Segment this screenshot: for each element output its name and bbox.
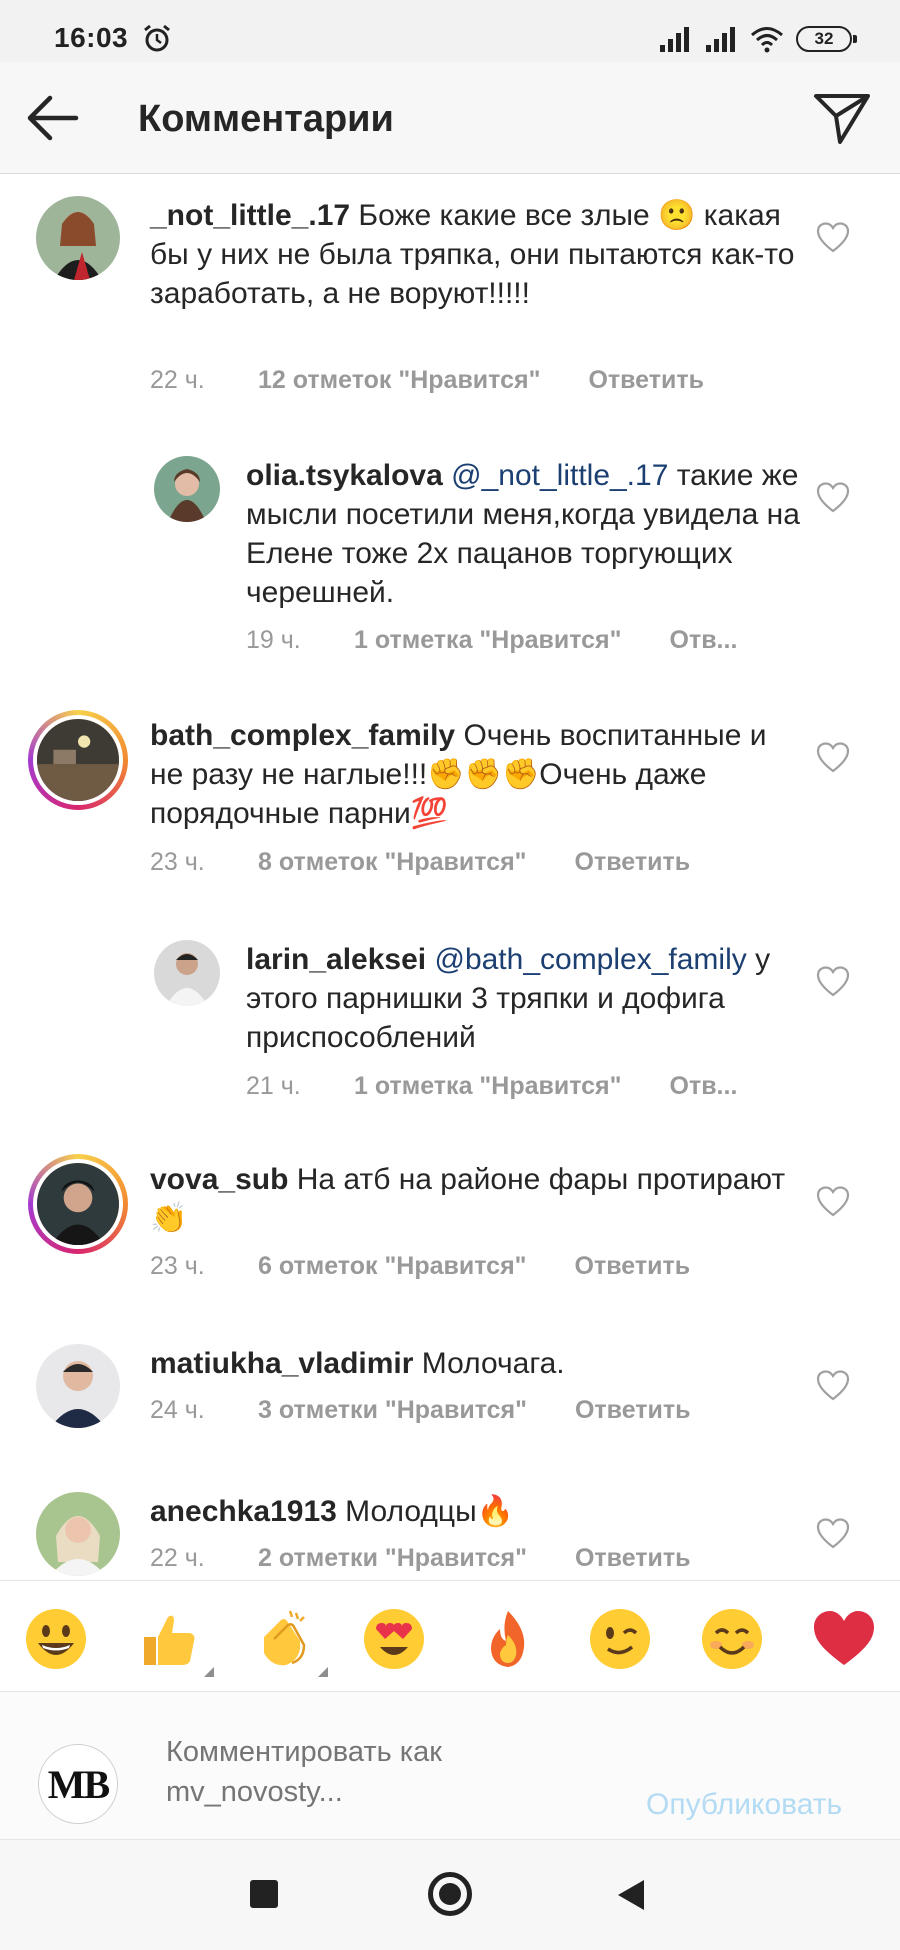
thumbs-up-icon[interactable] — [136, 1607, 214, 1677]
like-heart-icon[interactable] — [816, 742, 850, 774]
reply-button[interactable]: Ответить — [588, 366, 704, 395]
send-direct-icon[interactable] — [812, 88, 872, 148]
comment-body: Молодцы🔥 — [345, 1495, 514, 1528]
avatar[interactable] — [36, 196, 120, 280]
comment-likes[interactable]: 12 отметок "Нравится" — [258, 366, 540, 395]
reply-button[interactable]: Отв... — [670, 1072, 738, 1101]
avatar[interactable] — [36, 1344, 120, 1428]
clapping-hands-icon[interactable] — [250, 1607, 328, 1677]
fire-icon[interactable] — [476, 1607, 540, 1671]
comment-text: bath_complex_family Очень воспитанные и … — [150, 716, 800, 833]
comment-text: anechka1913 Молодцы🔥 — [150, 1492, 800, 1531]
status-icons: 32 — [658, 24, 857, 54]
comment-likes[interactable]: 1 отметка "Нравится" — [354, 626, 622, 655]
comment-time: 19 ч. — [246, 626, 301, 654]
home-icon[interactable] — [428, 1872, 472, 1916]
signal-icon — [706, 27, 735, 52]
header: Комментарии — [0, 62, 900, 174]
comment-likes[interactable]: 1 отметка "Нравится" — [354, 1072, 622, 1101]
like-heart-icon[interactable] — [816, 966, 850, 998]
comment-likes[interactable]: 6 отметок "Нравится" — [258, 1252, 527, 1281]
comment-username[interactable]: larin_aleksei — [246, 943, 426, 976]
winking-face-icon[interactable] — [588, 1607, 652, 1671]
comment-time: 23 ч. — [150, 848, 205, 876]
nav-back-icon[interactable] — [618, 1880, 644, 1910]
comment-username[interactable]: vova_sub — [150, 1163, 288, 1196]
publish-button[interactable]: Опубликовать — [646, 1788, 842, 1822]
heart-eyes-icon[interactable] — [362, 1607, 426, 1671]
comment-text: matiukha_vladimir Молочага. — [150, 1344, 800, 1383]
smiling-face-icon[interactable] — [700, 1607, 764, 1671]
comment-time: 21 ч. — [246, 1072, 301, 1100]
avatar[interactable] — [154, 940, 220, 1006]
comment-text: _not_little_.17 Боже какие все злые 🙁 ка… — [150, 196, 800, 313]
back-arrow-icon[interactable] — [24, 90, 84, 146]
avatar[interactable] — [154, 456, 220, 522]
emoji-quick-bar — [0, 1580, 900, 1692]
avatar-story-ring[interactable] — [28, 1154, 128, 1254]
reply-button[interactable]: Ответить — [575, 1396, 691, 1425]
comment-meta: 22 ч. 12 отметок "Нравится" Ответить — [150, 366, 704, 395]
red-heart-icon[interactable] — [812, 1607, 876, 1671]
recent-apps-icon[interactable] — [250, 1880, 278, 1908]
like-heart-icon[interactable] — [816, 222, 850, 254]
comment-composer: MB Опубликовать — [0, 1692, 900, 1840]
reply-button[interactable]: Отв... — [670, 626, 738, 655]
comment-likes[interactable]: 2 отметки "Нравится" — [258, 1544, 527, 1573]
comment-meta: 23 ч. 8 отметок "Нравится" Ответить — [150, 848, 690, 877]
comment-time: 24 ч. — [150, 1396, 205, 1424]
comment-text: olia.tsykalova @_not_little_.17 такие же… — [246, 456, 800, 612]
comment-time: 22 ч. — [150, 366, 205, 394]
comment-username[interactable]: _not_little_.17 — [150, 199, 350, 232]
comment-meta: 24 ч. 3 отметки "Нравится" Ответить — [150, 1396, 691, 1425]
comment-meta: 22 ч. 2 отметки "Нравится" Ответить — [150, 1544, 691, 1573]
comment-input[interactable] — [166, 1732, 606, 1812]
comment-username[interactable]: olia.tsykalova — [246, 459, 443, 492]
comment-text: larin_aleksei @bath_complex_family у это… — [246, 940, 800, 1057]
like-heart-icon[interactable] — [816, 1370, 850, 1402]
own-avatar: MB — [38, 1744, 118, 1824]
comment-time: 22 ч. — [150, 1544, 205, 1572]
comment-meta: 19 ч. 1 отметка "Нравится" Отв... — [246, 626, 737, 655]
alarm-icon — [144, 24, 170, 52]
battery-indicator: 32 — [796, 26, 857, 52]
like-heart-icon[interactable] — [816, 1186, 850, 1218]
reply-button[interactable]: Ответить — [575, 1252, 691, 1281]
grinning-face-icon[interactable] — [24, 1607, 88, 1671]
comment-time: 23 ч. — [150, 1252, 205, 1280]
system-nav-bar — [0, 1840, 900, 1950]
status-time: 16:03 — [54, 22, 129, 53]
avatar-story-ring[interactable] — [28, 710, 128, 810]
wifi-icon — [751, 27, 783, 53]
status-bar: 16:03 32 — [0, 0, 900, 62]
reply-button[interactable]: Ответить — [575, 1544, 691, 1573]
comment-meta: 23 ч. 6 отметок "Нравится" Ответить — [150, 1252, 690, 1281]
comment-text: vova_sub На атб на районе фары протирают… — [150, 1160, 800, 1238]
comment-likes[interactable]: 3 отметки "Нравится" — [258, 1396, 527, 1425]
page-title: Комментарии — [138, 98, 394, 140]
comment-meta: 21 ч. 1 отметка "Нравится" Отв... — [246, 1072, 737, 1101]
like-heart-icon[interactable] — [816, 1518, 850, 1550]
comment-body: Молочага. — [421, 1347, 565, 1380]
comment-username[interactable]: bath_complex_family — [150, 719, 455, 752]
reply-button[interactable]: Ответить — [575, 848, 691, 877]
comment-likes[interactable]: 8 отметок "Нравится" — [258, 848, 527, 877]
signal-icon — [660, 27, 689, 52]
avatar[interactable] — [36, 1492, 120, 1576]
comment-username[interactable]: matiukha_vladimir — [150, 1347, 413, 1380]
comment-mention[interactable]: @bath_complex_family — [434, 943, 746, 976]
comment-mention[interactable]: @_not_little_.17 — [451, 459, 668, 492]
comment-username[interactable]: anechka1913 — [150, 1495, 337, 1528]
like-heart-icon[interactable] — [816, 482, 850, 514]
